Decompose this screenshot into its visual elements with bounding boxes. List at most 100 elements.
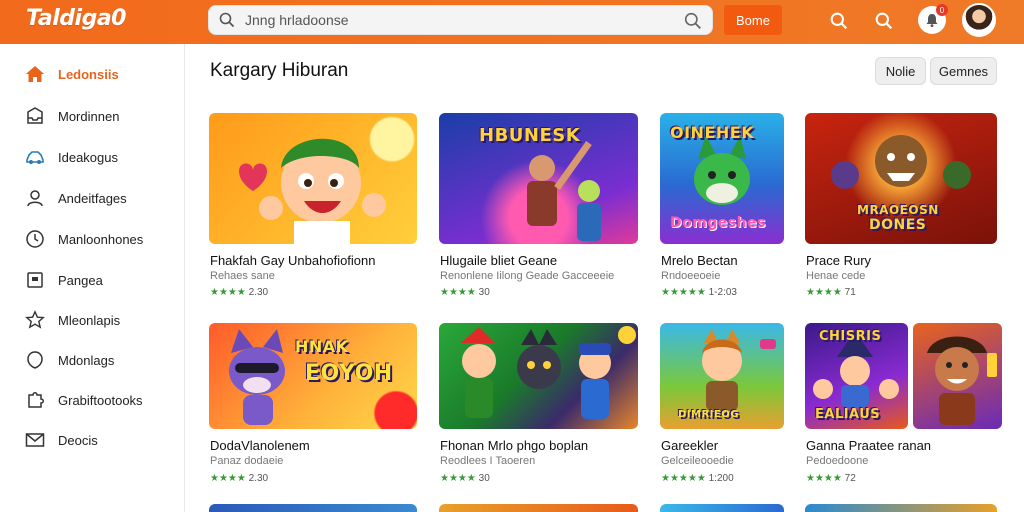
game-rating: ★★★★ 30 <box>440 287 490 298</box>
sidebar-item-label: Grabiftootooks <box>58 392 143 408</box>
user-icon <box>24 187 46 209</box>
thumbnail-title: DONES <box>869 217 927 233</box>
sidebar-item-label: Mleonlapis <box>58 312 121 328</box>
game-title[interactable]: Fhakfah Gay Unbahofiofionn <box>210 253 376 268</box>
rating-stars: ★★★★★ <box>661 473 706 484</box>
game-thumbnail[interactable]: MRAOEOSN DONES <box>805 113 997 244</box>
home-icon <box>24 63 46 85</box>
game-thumbnail[interactable] <box>660 504 784 512</box>
search-icon[interactable] <box>828 10 850 32</box>
cartoon-character-art <box>239 138 386 244</box>
filter-button-nolie[interactable]: Nolie <box>875 57 926 85</box>
game-thumbnail[interactable] <box>209 113 417 244</box>
sidebar-item-label: Mdonlags <box>58 352 115 368</box>
characters-group-art <box>461 326 636 419</box>
search-bar[interactable] <box>208 5 713 35</box>
page-title: Kargary Hiburan <box>210 60 349 81</box>
sidebar-item-inbox[interactable]: Mordinnen <box>0 101 185 131</box>
explore-search-icon[interactable] <box>873 10 895 32</box>
rating-stars: ★★★★ <box>440 473 476 484</box>
game-thumbnail[interactable]: HBUNESK <box>439 113 638 244</box>
game-title[interactable]: Fhonan Mrlo phgo boplan <box>440 438 588 453</box>
sidebar-item-favorites[interactable]: Mleonlapis <box>0 305 185 335</box>
game-subtitle: Reodlees I Taoeren <box>440 455 536 467</box>
game-rating: ★★★★ 2.30 <box>210 473 268 484</box>
game-thumbnail[interactable] <box>805 504 997 512</box>
sidebar-item-extensions[interactable]: Grabiftootooks <box>0 385 185 415</box>
thumbnail-banner: CHISRIS <box>819 329 882 344</box>
game-rating: ★★★★ 71 <box>806 287 856 298</box>
rating-stars: ★★★★★ <box>661 287 706 298</box>
sidebar-item-label: Pangea <box>58 272 103 288</box>
top-bar: Taldiga0 Bome 0 <box>0 0 1024 44</box>
car-icon <box>24 146 46 168</box>
game-rating: ★★★★ 2.30 <box>210 287 268 298</box>
rating-value: 1-2:03 <box>708 287 737 298</box>
game-thumbnail[interactable]: HNAK EOYOH <box>209 323 417 429</box>
sidebar-item-car[interactable]: Ideakogus <box>0 142 185 172</box>
rating-stars: ★★★★ <box>210 473 246 484</box>
sidebar-item-clock[interactable]: Manloonhones <box>0 224 185 254</box>
game-rating: ★★★★ 72 <box>806 473 856 484</box>
game-thumbnail-secondary[interactable] <box>913 323 1002 429</box>
game-title[interactable]: Hlugaile bliet Geane <box>440 253 557 268</box>
warrior-character-art <box>927 336 997 425</box>
game-thumbnail[interactable] <box>209 504 417 512</box>
rating-value: 30 <box>478 287 490 298</box>
sidebar-item-label: Mordinnen <box>58 108 120 124</box>
game-subtitle: Henae cede <box>806 270 866 282</box>
avatar[interactable] <box>962 3 996 37</box>
game-title[interactable]: Prace Rury <box>806 253 871 268</box>
sidebar-item-label: Deocis <box>58 432 98 448</box>
thumbnail-banner: HNAK <box>295 337 349 356</box>
search-input[interactable] <box>245 12 665 28</box>
rating-value: 2.30 <box>248 473 269 484</box>
game-thumbnail[interactable]: DIMRIEOG <box>660 323 784 429</box>
game-thumbnail[interactable]: CHISRIS EALIAUS <box>805 323 908 429</box>
sidebar-item-user[interactable]: Andeitfages <box>0 183 185 213</box>
rating-value: 2.30 <box>248 287 269 298</box>
thumbnail-banner: MRAOEOSN <box>857 203 939 217</box>
search-submit-icon[interactable] <box>684 12 702 35</box>
game-title[interactable]: Ganna Praatee ranan <box>806 438 931 453</box>
search-icon <box>209 12 245 28</box>
filter-button-gemnes[interactable]: Gemnes <box>930 57 997 85</box>
game-subtitle: Panaz dodaeie <box>210 455 284 467</box>
sidebar-item-shield[interactable]: Mdonlags <box>0 345 185 375</box>
game-rating: ★★★★★ 1-2:03 <box>661 287 737 298</box>
game-subtitle: Pedoedoone <box>806 455 869 467</box>
sidebar-item-mail[interactable]: Deocis <box>0 425 185 455</box>
rating-value: 71 <box>844 287 856 298</box>
game-subtitle: Rndoeeoeie <box>661 270 721 282</box>
sidebar-item-label: Andeitfages <box>58 190 127 206</box>
game-subtitle: Renonlene Iilong Geade Gacceeeie <box>440 270 615 282</box>
sidebar-item-label: Ideakogus <box>58 149 118 165</box>
thumbnail-title: EOYOH <box>305 361 393 386</box>
thumbnail-title: Domgeshes <box>670 215 766 231</box>
notification-button[interactable]: 0 <box>918 4 948 34</box>
game-thumbnail[interactable] <box>439 504 638 512</box>
bonus-button[interactable]: Bome <box>724 5 782 35</box>
thumbnail-banner: OINEHEK <box>670 123 755 142</box>
app-logo[interactable]: Taldiga0 <box>26 6 126 31</box>
game-title[interactable]: Gareekler <box>661 438 718 453</box>
square-icon <box>24 269 46 291</box>
rating-value: 30 <box>478 473 490 484</box>
puzzle-icon <box>24 389 46 411</box>
game-rating: ★★★★★ 1:200 <box>661 473 734 484</box>
game-rating: ★★★★ 30 <box>440 473 490 484</box>
notification-badge: 0 <box>936 4 948 16</box>
inbox-icon <box>24 105 46 127</box>
game-thumbnail[interactable] <box>439 323 638 429</box>
game-subtitle: Gelceileooedie <box>661 455 734 467</box>
game-title[interactable]: DodaVlanolenem <box>210 438 310 453</box>
sidebar-item-pages[interactable]: Pangea <box>0 265 185 295</box>
game-subtitle: Rehaes sane <box>210 270 275 282</box>
game-thumbnail[interactable]: OINEHEK Domgeshes <box>660 113 784 244</box>
rating-stars: ★★★★ <box>806 473 842 484</box>
sidebar-item-home[interactable]: Ledonsiis <box>0 59 185 89</box>
game-title[interactable]: Mrelo Bectan <box>661 253 738 268</box>
sidebar-item-label: Ledonsiis <box>58 66 119 82</box>
clock-icon <box>24 228 46 250</box>
rating-stars: ★★★★ <box>440 287 476 298</box>
